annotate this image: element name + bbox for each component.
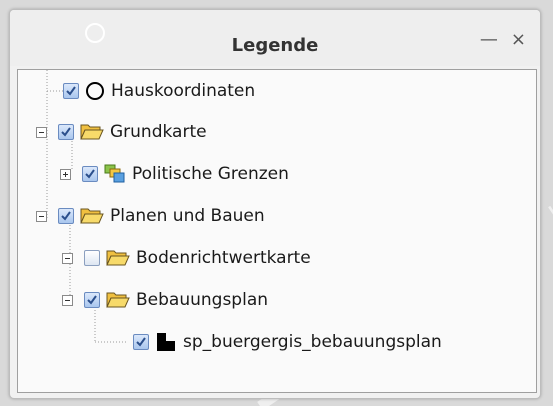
folder-open-icon (106, 249, 130, 267)
layer-checkbox[interactable] (133, 334, 149, 350)
collapse-toggle-icon[interactable] (62, 252, 73, 264)
tree-node-sp-buergergis-bebauungsplan[interactable]: sp_buergergis_bebauungsplan (133, 324, 442, 360)
tree-node-label[interactable]: Planen und Bauen (110, 206, 265, 226)
tree-node-hauskoordinaten[interactable]: Hauskoordinaten (63, 73, 255, 109)
tree-node-label[interactable]: sp_buergergis_bebauungsplan (183, 332, 442, 352)
collapse-toggle-icon[interactable] (36, 126, 47, 138)
layer-checkbox[interactable] (84, 250, 100, 266)
tree-node-label[interactable]: Hauskoordinaten (111, 81, 255, 101)
tree-node-bebauungsplan[interactable]: Bebauungsplan (62, 282, 268, 318)
legend-window: Legende — × Hauskoordinaten Grundkarte P… (9, 9, 541, 399)
minimize-button[interactable]: — (480, 30, 498, 50)
tree-node-label[interactable]: Politische Grenzen (132, 164, 289, 184)
layers-icon (104, 164, 126, 184)
layer-checkbox[interactable] (82, 166, 98, 182)
polygon-legend-icon (155, 331, 177, 353)
layer-checkbox[interactable] (84, 292, 100, 308)
window-title: Legende (231, 35, 319, 56)
tree-node-label[interactable]: Bodenrichtwertkarte (136, 248, 311, 268)
folder-open-icon (106, 291, 130, 309)
layer-checkbox[interactable] (63, 83, 79, 99)
window-titlebar[interactable]: Legende — × (10, 10, 540, 66)
layer-checkbox[interactable] (58, 208, 74, 224)
tree-node-label[interactable]: Bebauungsplan (136, 290, 268, 310)
collapse-toggle-icon[interactable] (62, 294, 73, 306)
tree-node-label[interactable]: Grundkarte (110, 122, 207, 142)
close-button[interactable]: × (511, 30, 526, 50)
collapse-toggle-icon[interactable] (36, 210, 47, 222)
tree-node-grundkarte[interactable]: Grundkarte (36, 114, 207, 150)
tree-node-politische-grenzen[interactable]: Politische Grenzen (60, 156, 289, 192)
tree-node-bodenrichtwertkarte[interactable]: Bodenrichtwertkarte (62, 240, 311, 276)
folder-open-icon (80, 123, 104, 141)
layer-checkbox[interactable] (58, 124, 74, 140)
folder-open-icon (80, 207, 104, 225)
legend-tree-panel: Hauskoordinaten Grundkarte Politische Gr… (17, 69, 537, 393)
expand-toggle-icon[interactable] (60, 168, 71, 180)
circle-icon (85, 81, 105, 101)
tree-node-planen-und-bauen[interactable]: Planen und Bauen (36, 198, 265, 234)
